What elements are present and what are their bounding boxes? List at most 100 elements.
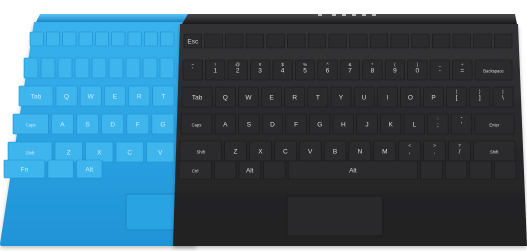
key-label: ` (192, 68, 194, 75)
key-label: V (158, 150, 163, 157)
key-label: Tab (192, 95, 203, 102)
key-label: M (382, 149, 387, 156)
key-label: C (283, 149, 288, 156)
spine-connector-pin (318, 14, 322, 16)
key[interactable] (57, 57, 73, 79)
spine-connector-pin (372, 14, 376, 16)
key[interactable] (287, 33, 306, 49)
key-label: T (161, 94, 165, 101)
key-label: Alt (246, 168, 254, 175)
key[interactable] (469, 160, 492, 180)
black-trackpad (286, 195, 384, 237)
key[interactable] (29, 31, 44, 47)
blue-cover-spine (36, 14, 205, 22)
key-shift-label: : (437, 116, 438, 121)
key-label: Q (64, 94, 69, 101)
key[interactable] (452, 33, 471, 49)
key-label: Tab (31, 94, 42, 101)
key-label: 6 (326, 68, 330, 75)
key[interactable] (307, 33, 327, 49)
key[interactable] (349, 33, 368, 49)
key[interactable] (245, 33, 265, 49)
key[interactable] (40, 57, 56, 79)
key[interactable] (431, 33, 451, 49)
key-label: 7 (348, 68, 352, 75)
key[interactable] (225, 33, 244, 49)
key-label: Shift (197, 150, 206, 155)
key[interactable] (108, 57, 124, 79)
key[interactable] (369, 33, 389, 49)
key-label: Ctrl (192, 169, 199, 174)
key-label: Z (67, 150, 71, 157)
key[interactable] (74, 57, 90, 79)
key-label: 9 (393, 68, 397, 75)
spine-connector-pin (342, 14, 346, 16)
key-label: J (365, 122, 368, 129)
key-label: Caps (26, 123, 36, 128)
key-label: L (412, 122, 416, 129)
key-shift-label: * (372, 62, 374, 67)
key[interactable] (390, 33, 409, 49)
key-label: G (160, 122, 165, 129)
key-label: Fn (21, 167, 29, 174)
key[interactable] (494, 160, 517, 180)
key-label: A (223, 122, 228, 129)
key-label: [ (456, 95, 458, 102)
key-label: T (316, 95, 320, 102)
key[interactable] (62, 31, 77, 47)
key[interactable] (111, 31, 126, 47)
key[interactable] (47, 159, 74, 179)
key-label: B (333, 149, 337, 156)
key-label: - (439, 68, 441, 75)
key[interactable] (411, 33, 430, 49)
black-type-cover: Esc`~1!2@3#4$5%6^7&8*9(0)-_=+BackspaceTa… (173, 14, 527, 246)
key[interactable] (91, 57, 107, 79)
key-label: D (270, 122, 275, 129)
key-label: 1 (213, 68, 217, 75)
key[interactable] (160, 31, 175, 47)
key[interactable] (420, 160, 443, 180)
key-label: X (258, 149, 263, 156)
key-label: P (431, 95, 435, 102)
key-shift-label: ! (215, 62, 216, 67)
key-label: 8 (371, 68, 375, 75)
key-shift-label: & (348, 62, 351, 67)
key-label: E (113, 94, 118, 101)
key-label: Esc (187, 39, 199, 46)
key-label: 4 (281, 68, 285, 75)
key[interactable] (23, 57, 39, 79)
key-label: Alt (349, 168, 357, 175)
key-label: 2 (236, 68, 240, 75)
key[interactable] (266, 33, 285, 49)
key[interactable] (328, 33, 347, 49)
key[interactable] (214, 160, 237, 180)
key[interactable] (263, 160, 286, 180)
key-shift-label: % (303, 62, 307, 67)
key-label: ] (479, 95, 481, 102)
key[interactable] (125, 57, 141, 79)
key-label: Z (234, 149, 238, 156)
key[interactable] (444, 160, 468, 180)
key-label: Shift (490, 150, 499, 155)
key-label: / (459, 149, 461, 156)
key-label: S (247, 122, 252, 129)
key-label: R (292, 95, 297, 102)
key[interactable] (127, 31, 142, 47)
key[interactable] (494, 33, 513, 49)
key-label: = (460, 68, 464, 75)
key-label: . (434, 149, 436, 156)
key-label: C (127, 150, 132, 157)
key-label: X (97, 150, 102, 157)
key[interactable] (144, 31, 158, 47)
key[interactable] (204, 33, 223, 49)
key-label: ; (437, 122, 439, 129)
key[interactable] (95, 31, 109, 47)
key[interactable] (142, 57, 158, 79)
key[interactable] (473, 33, 492, 49)
key[interactable] (78, 31, 93, 47)
key-label: 5 (303, 68, 307, 75)
key-label: N (358, 149, 363, 156)
key-label: Y (339, 95, 344, 102)
key[interactable] (46, 31, 60, 47)
key[interactable] (159, 57, 175, 79)
